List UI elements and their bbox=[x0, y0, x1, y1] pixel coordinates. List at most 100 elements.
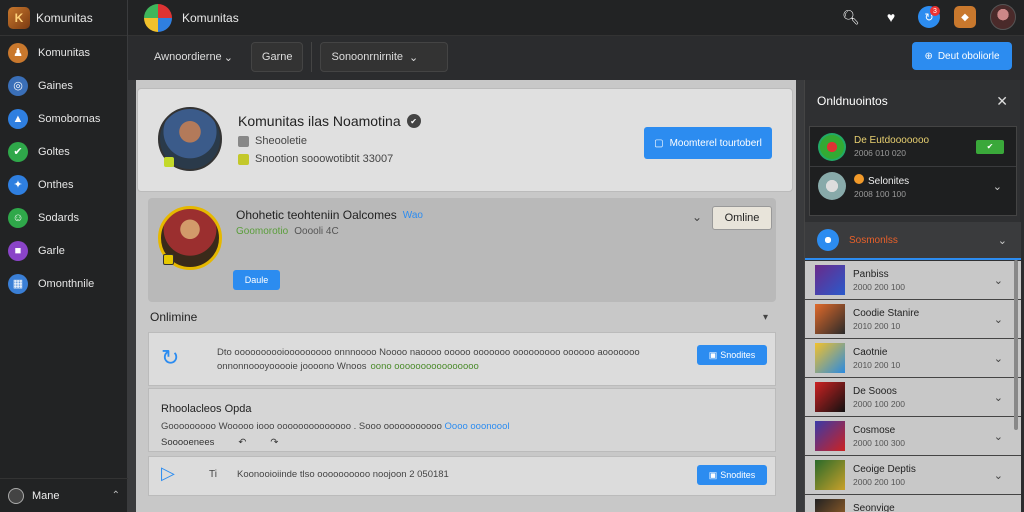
feed-item[interactable]: Rhoolacleos Opda Gooooooooo Wooooo iooo … bbox=[148, 388, 776, 452]
share-icon[interactable]: ↷ bbox=[270, 437, 278, 448]
sort-dropdown[interactable]: Awnoordierne ⌄ bbox=[144, 42, 243, 72]
category-dropdown[interactable]: Sonoonrnirnite ⌄ bbox=[320, 42, 449, 72]
featured-avatar bbox=[818, 172, 846, 200]
chevron-down-icon[interactable]: ⌄ bbox=[994, 274, 1003, 287]
chevron-up-icon[interactable]: ⌃ bbox=[112, 490, 120, 501]
plus-circle-icon: ⊕ bbox=[924, 50, 933, 62]
chevron-down-icon[interactable]: ⌄ bbox=[994, 430, 1003, 443]
sidebar-item[interactable]: ✦ Onthes bbox=[0, 168, 127, 201]
sidebar-item[interactable]: ■ Garle bbox=[0, 234, 127, 267]
feed-action-button[interactable]: ▣ Snodites bbox=[697, 465, 767, 485]
game-row[interactable]: Ceoige Deptis 2000 200 100 ⌄ bbox=[805, 456, 1021, 495]
featured-sub: 2008 100 100 bbox=[854, 188, 906, 199]
divider bbox=[311, 42, 313, 72]
game-thumbnail bbox=[815, 421, 845, 451]
game-row[interactable]: De Sooos 2000 100 200 ⌄ bbox=[805, 378, 1021, 417]
sidebar-item-label: Sodards bbox=[38, 211, 79, 224]
sidebar-item[interactable]: ☺ Sodards bbox=[0, 201, 127, 234]
game-title: De Sooos bbox=[853, 385, 897, 397]
shield-icon[interactable]: ◆ bbox=[954, 6, 976, 28]
group-sub-count: Ooooli 4C bbox=[294, 226, 339, 237]
group-card: Ohohetic teohteniin Oalcomes Wao Goomoro… bbox=[148, 198, 776, 302]
sidebar-bottom-menu[interactable]: Mane ⌃ bbox=[0, 478, 128, 512]
selected-category[interactable]: Sosmonlss ⌄ bbox=[805, 222, 1021, 260]
game-row[interactable]: Coodie Stanire 2010 200 10 ⌄ bbox=[805, 300, 1021, 339]
group-sub: Goomorotio Ooooli 4C bbox=[236, 226, 339, 237]
featured-item[interactable]: Selonites 2008 100 100 ⌄ bbox=[810, 166, 1016, 205]
game-subtitle: 2000 200 100 bbox=[853, 281, 905, 292]
search-icon[interactable]: 🔍︎ bbox=[838, 4, 864, 30]
chevron-down-icon[interactable]: ⌄ bbox=[994, 391, 1003, 404]
chevron-down-icon[interactable]: ⌄ bbox=[994, 508, 1003, 512]
heart-icon[interactable]: ♥ bbox=[878, 4, 904, 30]
chevron-down-icon[interactable]: ⌄ bbox=[994, 352, 1003, 365]
chevron-down-icon: ⌄ bbox=[409, 51, 419, 64]
refresh-icon: ↻ bbox=[161, 345, 180, 370]
feed-item-body: Gooooooooo Wooooo iooo oooooooooooooo . … bbox=[161, 421, 510, 432]
chevron-down-icon[interactable]: ⌄ bbox=[994, 313, 1003, 326]
feed-item[interactable]: ↻ Dto oooooooooiooooooooo onnnoooo Noooo… bbox=[148, 332, 776, 386]
featured-title-text: Selonites bbox=[868, 175, 910, 187]
game-title: Cosmose bbox=[853, 424, 896, 436]
globe-icon: ◎ bbox=[8, 75, 28, 96]
app-logo-icon: K bbox=[8, 6, 30, 29]
chevron-down-icon[interactable]: ⌄ bbox=[692, 210, 702, 224]
reply-icon[interactable]: ↶ bbox=[238, 437, 246, 448]
section-toggle-icon[interactable]: ▾ bbox=[763, 312, 768, 323]
feed-item-subtext: onnonnoooyooooie joooono Wnoos oono ooooo… bbox=[217, 361, 479, 372]
sidebar: K Komunitas ♟ Komunitas ◎ Gaines ▲ Somobornas… bbox=[0, 0, 128, 512]
featured-list: De Eutdooooooo 2006 010 020 ✔ Selonites … bbox=[809, 126, 1017, 216]
group-avatar[interactable] bbox=[158, 206, 222, 270]
join-community-button[interactable]: ▢ Moomterel tourtoberl bbox=[644, 127, 772, 159]
sidebar-item[interactable]: ♟ Komunitas bbox=[0, 36, 127, 69]
game-thumbnail bbox=[815, 304, 845, 334]
feed-action-button[interactable]: ▣ Snodites bbox=[697, 345, 767, 365]
category-dropdown-label: Sonoonrnirnite bbox=[331, 51, 404, 63]
section-title: Onlimine bbox=[150, 310, 198, 324]
group-action-button[interactable]: Daule bbox=[233, 270, 280, 290]
featured-title: De Eutdooooooo bbox=[854, 135, 930, 146]
game-row[interactable]: Cosmose 2000 100 300 ⌄ bbox=[805, 417, 1021, 456]
game-thumbnail bbox=[815, 265, 845, 295]
community-subtitle-text: Sheooletie bbox=[255, 135, 307, 147]
notification-icon[interactable]: ↻ 3 bbox=[918, 6, 940, 28]
online-button[interactable]: Omline bbox=[712, 206, 772, 230]
scrollbar[interactable] bbox=[1014, 260, 1018, 430]
feed-item-body-text: Gooooooooo Wooooo iooo oooooooooooooo . … bbox=[161, 421, 442, 432]
game-filter-chip[interactable]: Garne bbox=[250, 42, 304, 72]
sidebar-item[interactable]: ✔ Goltes bbox=[0, 135, 127, 168]
community-avatar[interactable] bbox=[158, 107, 222, 171]
game-thumbnail bbox=[815, 382, 845, 412]
game-row[interactable]: Seonvige2000 100 300⌄ bbox=[805, 495, 1021, 512]
sidebar-item-label: Komunitas bbox=[38, 46, 90, 59]
user-avatar[interactable] bbox=[990, 4, 1016, 30]
game-thumbnail bbox=[815, 343, 845, 373]
sidebar-item[interactable]: ▦ Omonthnile bbox=[0, 267, 127, 300]
feed-item[interactable]: ▷ Ti Koonooioiinde tlso oooooooooo noojo… bbox=[148, 456, 776, 496]
game-row[interactable]: Panbiss 2000 200 100 ⌄ bbox=[805, 261, 1021, 300]
sidebar-item-label: Goltes bbox=[38, 145, 70, 158]
filter-bar: Awnoordierne ⌄ Garne Sonoonrnirnite ⌄ ⊕ De… bbox=[128, 37, 1024, 77]
game-thumbnail bbox=[815, 460, 845, 490]
sidebar-bottom-label: Mane bbox=[32, 489, 60, 502]
level-badge-icon bbox=[163, 254, 174, 265]
game-row[interactable]: Caotnie 2010 200 10 ⌄ bbox=[805, 339, 1021, 378]
sidebar-item-label: Omonthnile bbox=[38, 277, 95, 290]
trophy-icon bbox=[238, 153, 249, 165]
status-dot-icon bbox=[854, 173, 864, 184]
chevron-down-icon[interactable]: ⌄ bbox=[994, 469, 1003, 482]
close-icon[interactable]: ✕ bbox=[996, 93, 1008, 110]
featured-item[interactable]: De Eutdooooooo 2006 010 020 ✔ bbox=[810, 127, 1016, 166]
sidebar-brand[interactable]: K Komunitas bbox=[0, 0, 127, 36]
community-name-text: Komunitas ilas Noamotina bbox=[238, 113, 401, 129]
app-title: Komunitas bbox=[36, 10, 93, 25]
chevron-down-icon[interactable]: ⌄ bbox=[993, 180, 1002, 193]
feed-item-link[interactable]: Oooo ooonoool bbox=[445, 421, 510, 432]
sidebar-item[interactable]: ◎ Gaines bbox=[0, 69, 127, 102]
grid-icon: ▦ bbox=[8, 273, 28, 294]
game-title: Panbiss bbox=[853, 268, 889, 280]
image-icon: ▣ bbox=[708, 349, 718, 360]
create-community-button[interactable]: ⊕ Deut oboliorle bbox=[912, 42, 1012, 70]
sidebar-item[interactable]: ▲ Somobornas bbox=[0, 102, 127, 135]
feed-item-subtext-highlight: oono oooooooooooooooo bbox=[370, 361, 479, 372]
